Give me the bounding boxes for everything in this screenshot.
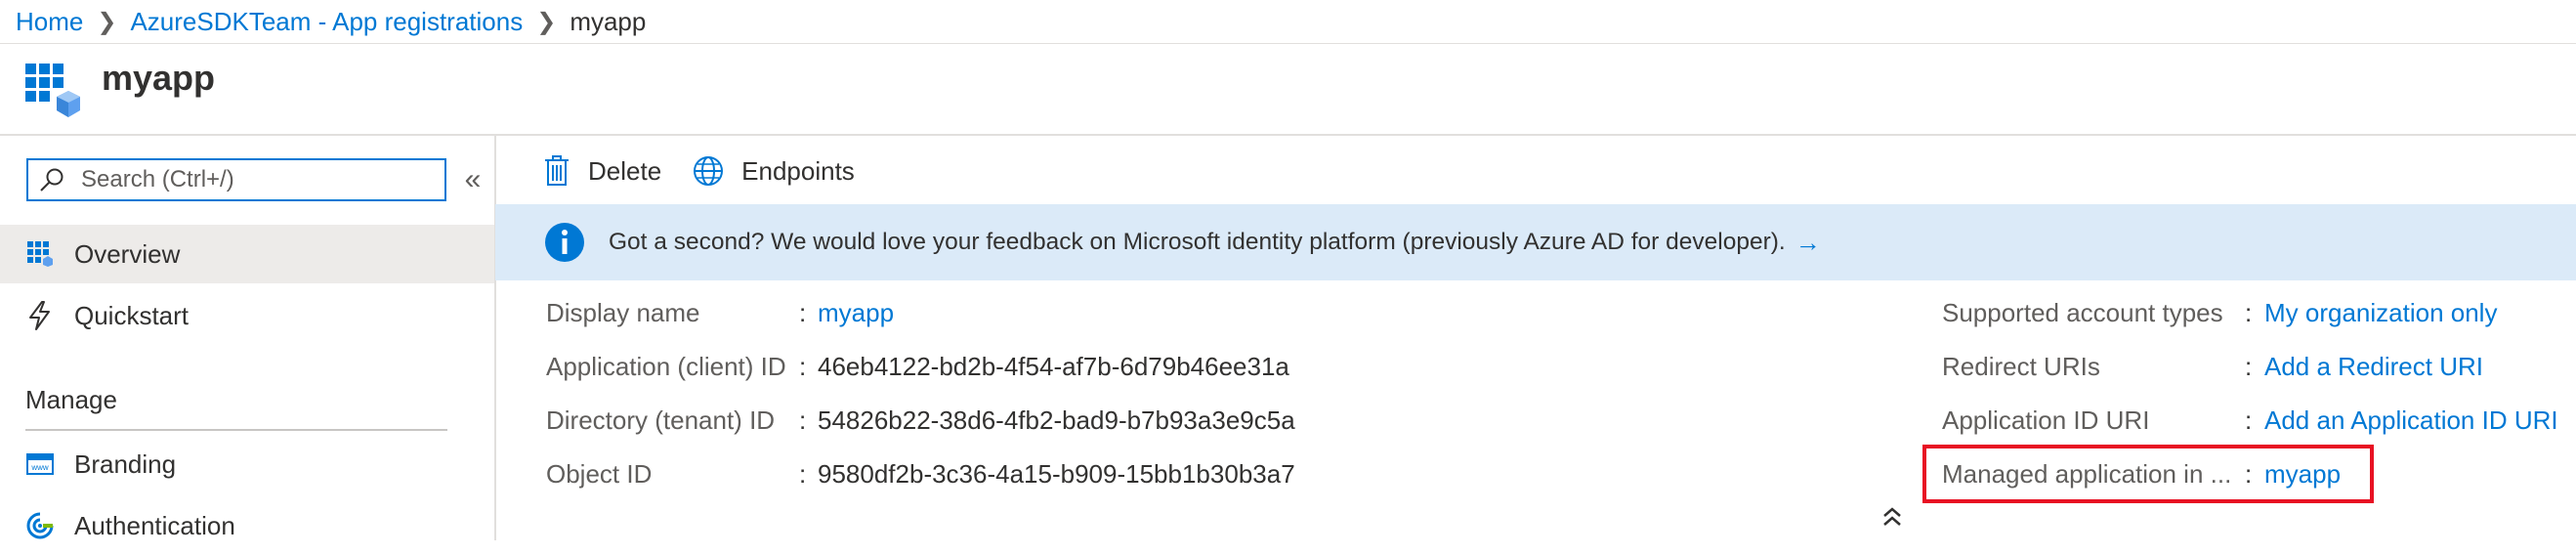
display-name-label: Display name — [546, 298, 700, 327]
account-types-link[interactable]: My organization only — [2264, 298, 2497, 328]
double-chevron-up-icon[interactable] — [1879, 504, 1905, 530]
separator: : — [2245, 298, 2253, 327]
sidebar-item-overview[interactable]: Overview — [0, 225, 494, 283]
separator: : — [2245, 406, 2253, 435]
search-icon — [40, 168, 63, 192]
feedback-banner[interactable]: Got a second? We would love your feedbac… — [495, 204, 2576, 280]
separator: : — [799, 298, 807, 327]
sidebar-item-label: Quickstart — [74, 300, 190, 330]
sidebar-item-label: Branding — [74, 448, 177, 479]
svg-text:www: www — [30, 463, 49, 472]
arrow-right-icon[interactable]: → — [1795, 228, 1821, 258]
overview-grid-icon — [25, 239, 55, 269]
tenant-id-label: Directory (tenant) ID — [546, 406, 776, 435]
page-header: myapp — [0, 43, 2576, 136]
tenant-id-value: 54826b22-38d6-4fb2-bad9-b7b93a3e9c5a — [818, 406, 1295, 435]
sidebar: « Overview Quickstart Manage www — [0, 134, 496, 540]
trash-icon — [545, 155, 569, 186]
sidebar-item-label: Overview — [74, 238, 181, 269]
breadcrumb-home-link[interactable]: Home — [16, 7, 83, 37]
application-id-uri-label: Application ID URI — [1942, 406, 2150, 435]
add-application-id-uri-link[interactable]: Add an Application ID URI — [2264, 406, 2558, 436]
separator: : — [799, 459, 807, 489]
sidebar-divider — [25, 429, 447, 431]
info-icon — [545, 223, 584, 262]
sidebar-item-branding[interactable]: www Branding — [0, 435, 494, 493]
client-id-label: Application (client) ID — [546, 352, 786, 381]
sidebar-section-manage: Manage — [25, 385, 117, 414]
collapse-sidebar-icon[interactable]: « — [459, 163, 486, 198]
separator: : — [799, 352, 807, 381]
search-box[interactable] — [26, 158, 446, 201]
banner-text: Got a second? We would love your feedbac… — [609, 229, 1786, 255]
authentication-icon — [25, 511, 55, 540]
object-id-value: 9580df2b-3c36-4a15-b909-15bb1b30b3a7 — [818, 459, 1295, 489]
command-bar: Delete Endpoints — [543, 149, 886, 193]
separator: : — [799, 406, 807, 435]
sidebar-item-quickstart[interactable]: Quickstart — [0, 286, 494, 345]
redirect-uris-label: Redirect URIs — [1942, 352, 2100, 381]
breadcrumb: Home ❯ AzureSDKTeam - App registrations … — [16, 0, 646, 43]
www-icon: www — [25, 449, 55, 479]
chevron-right-icon: ❯ — [97, 8, 117, 35]
client-id-value: 46eb4122-bd2b-4f54-af7b-6d79b46ee31a — [818, 352, 1289, 381]
add-redirect-uri-link[interactable]: Add a Redirect URI — [2264, 352, 2483, 382]
endpoints-button[interactable]: Endpoints — [693, 155, 855, 187]
breadcrumb-app-registrations-link[interactable]: AzureSDKTeam - App registrations — [130, 7, 523, 37]
globe-icon — [694, 156, 724, 186]
display-name-link[interactable]: myapp — [818, 298, 894, 328]
search-input[interactable] — [79, 165, 435, 194]
sidebar-item-authentication[interactable]: Authentication — [0, 496, 494, 555]
sidebar-item-label: Authentication — [74, 510, 235, 540]
delete-button-label: Delete — [588, 155, 662, 186]
page-title: myapp — [102, 58, 216, 98]
object-id-label: Object ID — [546, 459, 653, 489]
app-registration-icon — [25, 64, 80, 117]
endpoints-button-label: Endpoints — [741, 155, 855, 186]
breadcrumb-current: myapp — [570, 6, 647, 36]
highlight-annotation-box — [1922, 445, 2374, 503]
delete-button[interactable]: Delete — [543, 155, 661, 187]
lightning-icon — [25, 301, 55, 330]
chevron-right-icon: ❯ — [536, 8, 557, 35]
separator: : — [2245, 352, 2253, 381]
account-types-label: Supported account types — [1942, 298, 2223, 327]
